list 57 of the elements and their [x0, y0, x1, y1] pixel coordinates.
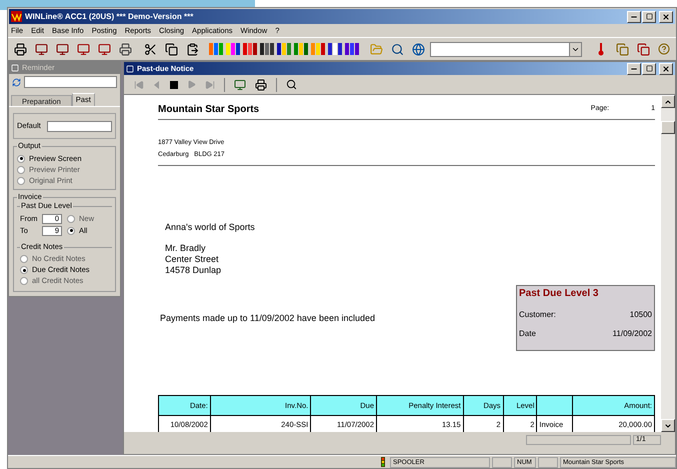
search-icon[interactable] [286, 79, 297, 90]
status-panel [492, 456, 512, 468]
info-label: Customer: [519, 309, 556, 321]
company-name: Mountain Star Sports [158, 102, 260, 116]
close-icon[interactable] [662, 64, 670, 72]
colored-tile-icon[interactable] [292, 41, 309, 57]
colored-tile-icon[interactable] [326, 41, 343, 57]
radio-button[interactable] [67, 226, 75, 234]
printer-icon[interactable] [255, 78, 267, 90]
window-icon [11, 64, 19, 72]
radio-button[interactable] [67, 214, 75, 222]
colored-tile-icon[interactable] [310, 41, 326, 57]
info-value: 11/09/2002 [612, 328, 652, 340]
radio-button[interactable] [17, 176, 25, 184]
address-line: 14578 Dunlap [165, 265, 222, 276]
colored-tile-icon[interactable] [208, 41, 224, 57]
radio-button[interactable] [17, 154, 25, 162]
traffic-light-icon [378, 457, 388, 467]
refresh-icon[interactable] [12, 78, 21, 86]
radio-button[interactable] [20, 255, 28, 263]
colored-tile-icon[interactable] [242, 41, 258, 57]
colored-tile-icon[interactable] [344, 41, 360, 57]
radio-button[interactable] [17, 166, 25, 174]
column-header [536, 396, 573, 416]
input-field[interactable] [24, 76, 117, 88]
info-value: 10500 [630, 309, 652, 321]
app-logo-icon [11, 11, 22, 22]
close-icon[interactable] [662, 12, 670, 20]
radio-button[interactable] [20, 266, 28, 274]
close-button[interactable] [659, 62, 673, 74]
colored-tile-icon[interactable] [276, 41, 292, 57]
default-input-field[interactable] [46, 120, 112, 132]
window-icon [126, 64, 134, 72]
close-button[interactable] [659, 10, 673, 22]
address-line: Center Street [165, 254, 220, 265]
colored-tile-icon[interactable] [258, 41, 275, 57]
minimize-button[interactable] [627, 10, 641, 22]
maximize-button[interactable] [642, 62, 656, 74]
minimize-button[interactable] [627, 62, 641, 74]
payments-note: Payments made up to 11/09/2002 have been included [160, 312, 375, 325]
maximize-icon[interactable] [646, 65, 652, 72]
colored-tile-icon[interactable] [224, 41, 241, 57]
radio-button[interactable] [20, 277, 28, 285]
info-label: Date [519, 328, 536, 340]
vertical-scrollbar[interactable] [661, 95, 675, 432]
maximize-button[interactable] [642, 10, 656, 22]
level-heading: Past Due Level 3 [519, 287, 600, 301]
status-panel [538, 456, 558, 468]
address-line: Mr. Bradly [165, 243, 207, 254]
scroll-down-button[interactable] [661, 419, 675, 432]
stop-icon[interactable] [170, 80, 178, 88]
window-title: WINLine® ACC1 (20US) *** Demo-Version *** [25, 10, 194, 22]
scroll-up-button[interactable] [661, 95, 675, 108]
toolbar-combo-box[interactable] [430, 42, 582, 56]
maximize-icon[interactable] [646, 13, 652, 20]
recipient-name: Anna's world of Sports [165, 222, 256, 233]
scroll-thumb[interactable] [661, 121, 675, 134]
